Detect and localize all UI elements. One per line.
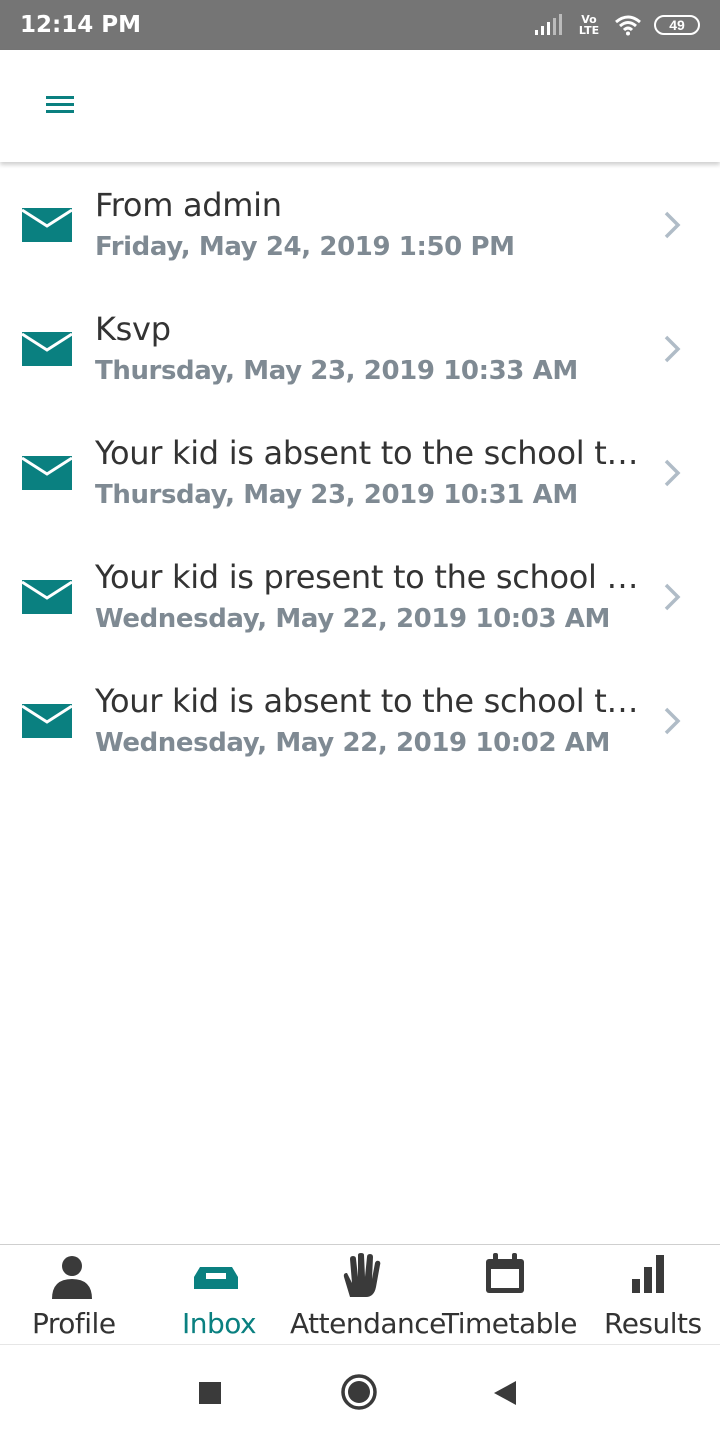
app-bar (0, 50, 720, 162)
status-icons: Vo LTE 49 (534, 10, 700, 40)
circle-icon (341, 1374, 377, 1410)
wifi-icon (615, 15, 641, 36)
battery-level: 49 (669, 17, 685, 33)
message-row[interactable]: Your kid is present to the school today … (0, 534, 720, 658)
tab-label: Results (604, 1307, 702, 1340)
person-icon (52, 1256, 92, 1299)
tab-timetable[interactable]: Timetable (436, 1245, 577, 1345)
message-title: Ksvp (95, 310, 171, 348)
message-title: Your kid is present to the school today (95, 558, 650, 596)
tab-inbox[interactable]: Inbox (144, 1245, 288, 1345)
mail-icon (22, 704, 72, 738)
message-row[interactable]: Your kid is absent to the school today W… (0, 658, 720, 782)
message-title: Your kid is absent to the school today (95, 682, 650, 720)
back-triangle-icon (494, 1381, 516, 1405)
message-title: From admin (95, 186, 282, 224)
tab-results[interactable]: Results (576, 1245, 720, 1345)
chevron-right-icon (664, 335, 681, 363)
tab-label: Inbox (182, 1307, 257, 1340)
chevron-right-icon (664, 211, 681, 239)
message-list: From admin Friday, May 24, 2019 1:50 PM … (0, 162, 720, 782)
mail-icon (22, 580, 72, 614)
bar-chart-icon (632, 1255, 664, 1293)
tab-label: Attendance (290, 1307, 446, 1340)
status-time: 12:14 PM (20, 12, 141, 38)
calendar-icon (486, 1253, 524, 1293)
system-navigation-bar (0, 1344, 720, 1441)
network-label: Vo LTE (578, 13, 600, 37)
message-date: Wednesday, May 22, 2019 10:02 AM (95, 728, 610, 758)
hamburger-menu-icon[interactable] (40, 90, 80, 122)
mail-icon (22, 208, 72, 242)
message-row[interactable]: From admin Friday, May 24, 2019 1:50 PM (0, 162, 720, 286)
message-date: Thursday, May 23, 2019 10:31 AM (95, 480, 578, 510)
message-row[interactable]: Ksvp Thursday, May 23, 2019 10:33 AM (0, 286, 720, 410)
chevron-right-icon (664, 707, 681, 735)
tab-attendance[interactable]: Attendance (288, 1245, 446, 1345)
battery-icon: 49 (654, 15, 700, 35)
tab-label: Profile (32, 1307, 116, 1340)
tab-profile[interactable]: Profile (0, 1245, 144, 1345)
status-bar: 12:14 PM Vo LTE 49 (0, 0, 720, 50)
message-row[interactable]: Your kid is absent to the school today T… (0, 410, 720, 534)
volte-icon: Vo LTE (576, 14, 602, 36)
mail-icon (22, 456, 72, 490)
square-icon (199, 1382, 221, 1404)
back-button[interactable] (492, 1379, 518, 1412)
message-date: Wednesday, May 22, 2019 10:03 AM (95, 604, 610, 634)
bottom-navigation: Profile Inbox Attendance Timetable Resul… (0, 1244, 720, 1345)
message-date: Friday, May 24, 2019 1:50 PM (95, 232, 515, 262)
chevron-right-icon (664, 583, 681, 611)
tab-label: Timetable (442, 1307, 577, 1340)
chevron-right-icon (664, 459, 681, 487)
recents-button[interactable] (198, 1381, 222, 1410)
inbox-icon (194, 1267, 238, 1289)
mail-icon (22, 332, 72, 366)
home-button[interactable] (340, 1373, 378, 1416)
message-date: Thursday, May 23, 2019 10:33 AM (95, 356, 578, 386)
signal-icon (535, 14, 562, 35)
message-title: Your kid is absent to the school today (95, 434, 650, 472)
hand-icon (343, 1253, 381, 1297)
